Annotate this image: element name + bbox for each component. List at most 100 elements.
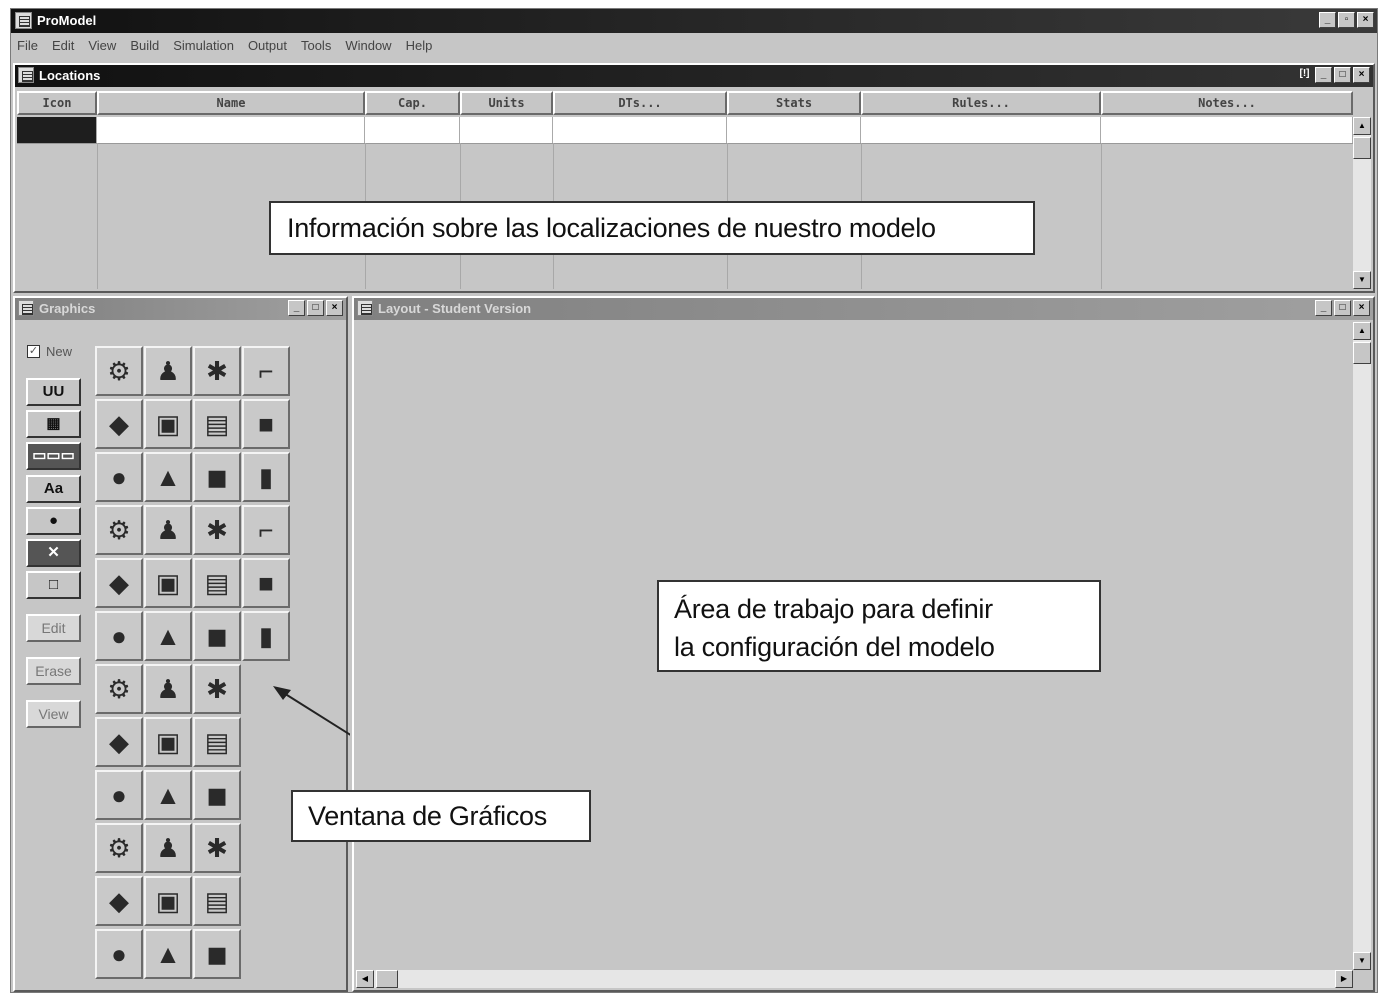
press-icon[interactable]: ▲	[144, 770, 192, 820]
forklift-icon[interactable]: ♟	[144, 505, 192, 555]
layout-maximize-button[interactable]: □	[1334, 300, 1351, 316]
conveyor-disc-icon[interactable]: ✱	[193, 505, 241, 555]
rod-icon[interactable]: ◆	[95, 717, 143, 767]
pallet-icon[interactable]: ●	[95, 452, 143, 502]
scroll-up-button[interactable]: ▲	[1353, 117, 1371, 135]
belt-icon[interactable]: ✱	[193, 823, 241, 873]
station-icon[interactable]: ◼	[193, 770, 241, 820]
locations-help-button[interactable]: [!]	[1296, 67, 1313, 83]
motor-icon[interactable]: ✱	[193, 664, 241, 714]
layout-scroll-left-button[interactable]: ◀	[356, 970, 374, 988]
loader-icon[interactable]: ◼	[193, 929, 241, 979]
layout-minimize-button[interactable]: _	[1315, 300, 1332, 316]
layout-system-icon[interactable]	[357, 300, 373, 316]
plane-icon[interactable]: ▣	[144, 876, 192, 926]
printer-icon[interactable]: ▤	[193, 558, 241, 608]
layout-scroll-thumb[interactable]	[1353, 342, 1371, 364]
locations-titlebar[interactable]: Locations [!] _ □ ×	[15, 65, 1373, 87]
crates-icon[interactable]: ■	[242, 399, 290, 449]
row-dts-cell[interactable]	[553, 117, 727, 143]
chair-icon[interactable]: ♟	[144, 664, 192, 714]
wire-icon[interactable]: ▲	[144, 929, 192, 979]
figure-icon[interactable]: ■	[242, 558, 290, 608]
column-stats[interactable]: Stats	[727, 91, 861, 115]
column-cap[interactable]: Cap.	[365, 91, 460, 115]
crane-icon[interactable]: ◆	[95, 876, 143, 926]
car-icon[interactable]: ⚙	[95, 823, 143, 873]
bar-icon[interactable]: ▣	[144, 558, 192, 608]
tool-button-x[interactable]: ✕	[26, 539, 81, 567]
column-units[interactable]: Units	[460, 91, 553, 115]
column-icon[interactable]: Icon	[17, 91, 97, 115]
new-checkbox-group[interactable]: ✓ New	[27, 344, 72, 359]
tube-icon[interactable]: ▲	[144, 611, 192, 661]
layout-scroll-down-button[interactable]: ▼	[1353, 952, 1371, 970]
person-icon[interactable]: ♟	[144, 346, 192, 396]
app-system-icon[interactable]	[15, 12, 32, 29]
row-units-cell[interactable]	[460, 117, 553, 143]
tray-icon[interactable]: ●	[95, 611, 143, 661]
row-icon-cell[interactable]	[17, 117, 97, 143]
menu-output[interactable]: Output	[248, 38, 287, 53]
robot-arm-icon[interactable]: ⌐	[242, 346, 290, 396]
tool-button-2[interactable]: ▦	[26, 410, 81, 438]
circle-icon[interactable]: ⌐	[242, 505, 290, 555]
app-titlebar[interactable]: ProModel _ ▫ ×	[11, 9, 1377, 33]
menu-edit[interactable]: Edit	[52, 38, 74, 53]
bin-icon[interactable]: ▤	[193, 876, 241, 926]
locations-close-button[interactable]: ×	[1353, 67, 1370, 83]
close-button[interactable]: ×	[1357, 12, 1374, 28]
machine-icon[interactable]: ⚙	[95, 346, 143, 396]
graphics-maximize-button[interactable]: □	[307, 300, 324, 316]
new-checkbox[interactable]: ✓	[27, 345, 40, 358]
rack-icon[interactable]: ▮	[242, 452, 290, 502]
menu-view[interactable]: View	[88, 38, 116, 53]
tool-button-text[interactable]: Aa	[26, 475, 81, 503]
gears-icon[interactable]: ✱	[193, 346, 241, 396]
menu-window[interactable]: Window	[345, 38, 391, 53]
locations-edit-row[interactable]	[17, 117, 1353, 144]
graphics-titlebar[interactable]: Graphics _ □ ×	[15, 298, 346, 320]
restore-button[interactable]: ▫	[1338, 12, 1355, 28]
view-button[interactable]: View	[26, 700, 81, 728]
column-notes[interactable]: Notes...	[1101, 91, 1353, 115]
gun-icon[interactable]: ●	[95, 929, 143, 979]
lathe-icon[interactable]: ◆	[95, 399, 143, 449]
tool-button-square[interactable]: □	[26, 571, 81, 599]
menu-tools[interactable]: Tools	[301, 38, 331, 53]
scroll-down-button[interactable]: ▼	[1353, 271, 1371, 289]
menu-build[interactable]: Build	[130, 38, 159, 53]
graphics-system-icon[interactable]	[18, 300, 34, 316]
layout-scroll-up-button[interactable]: ▲	[1353, 322, 1371, 340]
truck-icon[interactable]: ▣	[144, 717, 192, 767]
layout-window[interactable]: Layout - Student Version _ □ × ▲ ▼ ◀ ▶ Á…	[352, 296, 1375, 992]
barrel-icon[interactable]: ●	[95, 770, 143, 820]
locations-maximize-button[interactable]: □	[1334, 67, 1351, 83]
cart-icon[interactable]: ◼	[193, 611, 241, 661]
layout-vertical-scrollbar[interactable]: ▲ ▼	[1353, 322, 1371, 970]
engine-icon[interactable]: ▤	[193, 399, 241, 449]
drill-icon[interactable]: ▤	[193, 717, 241, 767]
stack-icon[interactable]: ▲	[144, 452, 192, 502]
layout-close-button[interactable]: ×	[1353, 300, 1370, 316]
menu-file[interactable]: File	[17, 38, 38, 53]
layout-hscroll-thumb[interactable]	[376, 970, 398, 988]
row-rules-cell[interactable]	[861, 117, 1101, 143]
arrow-icon[interactable]: ♟	[144, 823, 192, 873]
tool-button-circle[interactable]: ●	[26, 507, 81, 535]
locations-vertical-scrollbar[interactable]: ▲ ▼	[1353, 117, 1371, 289]
row-name-cell[interactable]	[97, 117, 365, 143]
menu-simulation[interactable]: Simulation	[173, 38, 234, 53]
layout-titlebar[interactable]: Layout - Student Version _ □ ×	[354, 298, 1373, 320]
row-notes-cell[interactable]	[1101, 117, 1353, 143]
scroll-thumb[interactable]	[1353, 137, 1371, 159]
edit-button[interactable]: Edit	[26, 614, 81, 642]
mat-icon[interactable]: ⚙	[95, 664, 143, 714]
operator-icon[interactable]: ◼	[193, 452, 241, 502]
row-cap-cell[interactable]	[365, 117, 460, 143]
tool-button-3[interactable]: ▭▭▭	[26, 442, 81, 470]
graphics-close-button[interactable]: ×	[326, 300, 343, 316]
row-stats-cell[interactable]	[727, 117, 861, 143]
column-name[interactable]: Name	[97, 91, 365, 115]
locations-minimize-button[interactable]: _	[1315, 67, 1332, 83]
